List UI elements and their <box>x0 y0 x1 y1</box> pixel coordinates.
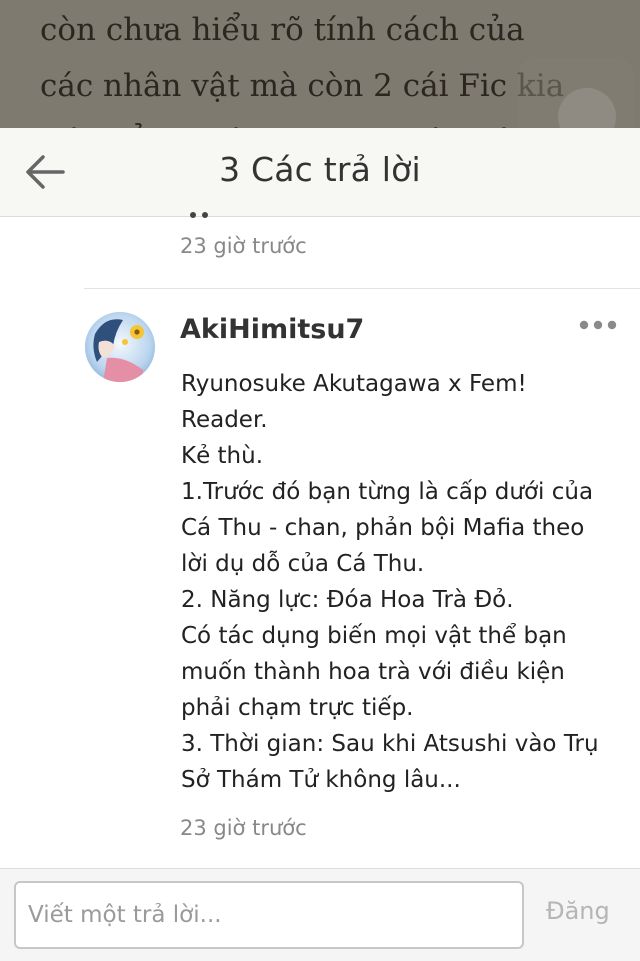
comment-line: Ryunosuke Akutagawa x Fem! <box>181 371 527 397</box>
previous-comment-timestamp: 23 giờ trước <box>180 234 307 258</box>
replies-sheet: 3 Các trả lời 23 giờ trước AkiHimitsu7 R… <box>0 128 640 961</box>
more-horizontal-icon <box>579 320 617 330</box>
comment-text: Ryunosuke Akutagawa x Fem! Reader. Kẻ th… <box>181 366 621 798</box>
avatar-image <box>85 312 155 382</box>
comment-line: lời dụ dỗ của Cá Thu. <box>181 551 425 577</box>
comment-timestamp: 23 giờ trước <box>180 816 307 840</box>
comment-line: 2. Năng lực: Đóa Hoa Trà Đỏ. <box>181 587 514 613</box>
comment-line: Reader. <box>181 407 268 433</box>
background-reader-page: còn chưa hiểu rõ tính cách của các nhân … <box>0 0 640 140</box>
previous-comment-text-fragment <box>190 212 240 218</box>
page-title: 3 Các trả lời <box>219 150 421 189</box>
reply-composer: Đăng <box>0 868 640 961</box>
user-avatar[interactable] <box>85 312 155 382</box>
post-reply-button[interactable]: Đăng <box>546 897 610 925</box>
comment-line: Kẻ thù. <box>181 443 264 469</box>
comment-username[interactable]: AkiHimitsu7 <box>180 314 364 345</box>
comment-line: Cá Thu - chan, phản bội Mafia theo <box>181 515 585 541</box>
more-options-button[interactable] <box>576 314 620 336</box>
comment-line: Sở Thám Tử không lâu... <box>181 767 461 793</box>
background-line: còn chưa hiểu rõ tính cách của <box>40 12 525 48</box>
comment-line: 3. Thời gian: Sau khi Atsushi vào Trụ <box>181 731 599 757</box>
comment-line: phải chạm trực tiếp. <box>181 695 414 721</box>
reply-input[interactable] <box>14 881 524 949</box>
comment-line: 1.Trước đó bạn từng là cấp dưới của <box>181 479 594 505</box>
comment-divider <box>84 288 640 289</box>
comment-line: Có tác dụng biến mọi vật thể bạn <box>181 623 567 649</box>
replies-header: 3 Các trả lời <box>0 128 640 217</box>
comment-line: muốn thành hoa trà với điều kiện <box>181 659 565 685</box>
